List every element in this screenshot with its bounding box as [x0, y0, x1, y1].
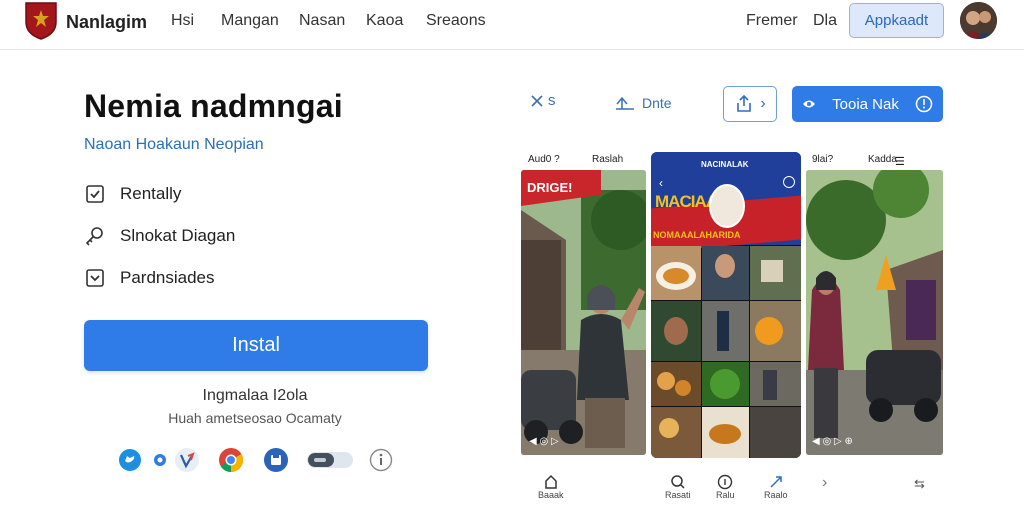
bottom-nav-label: Raalo — [764, 490, 788, 500]
install-button[interactable]: Instal — [84, 320, 428, 371]
done-button[interactable]: Dnte — [614, 94, 672, 112]
primary-action-label: Tooia Nak — [832, 95, 899, 113]
screenshot-right-street[interactable]: ◀ ◎ ▷ ⊕ — [806, 170, 943, 455]
feature-label: Rentally — [120, 184, 182, 203]
panel-controls-left: ◀ ◎ ▷ — [529, 436, 559, 447]
banner-text: DRIGE! — [527, 180, 573, 195]
panel-caption-left: Aud0 ? — [528, 154, 560, 165]
poster-title-line2: NOMAAALAHARIDA — [653, 230, 741, 240]
panel-caption-right: 9lai? — [812, 154, 834, 165]
food-collage-image — [651, 246, 801, 458]
nav-link-hsi[interactable]: Hsi — [171, 12, 194, 30]
close-icon — [531, 94, 543, 107]
close-button[interactable]: s — [530, 92, 556, 109]
panel-controls-right: ◀ ◎ ▷ ⊕ — [812, 436, 853, 447]
nav-link-sreaons[interactable]: Sreaons — [426, 12, 486, 30]
panel-caption-left-right: Raslah — [592, 154, 624, 165]
nav-link-fremer[interactable]: Fremer — [746, 12, 798, 30]
top-navigation-bar: Nanlagim Hsi Mangan Nasan Kaoa Sreaons F… — [0, 0, 1024, 50]
next-icon[interactable] — [783, 176, 795, 188]
chevron-square-icon — [84, 267, 106, 289]
panel-caption-right-right: Kadda — [868, 154, 897, 165]
check-square-icon — [84, 183, 106, 205]
brand-name[interactable]: Nanlagim — [66, 12, 147, 33]
bottom-nav-info[interactable]: Ralu — [716, 474, 735, 500]
list-icon[interactable]: ☰ — [895, 155, 905, 168]
search-icon — [671, 475, 685, 489]
primary-action-button[interactable]: Tooia Nak — [792, 86, 943, 122]
screenshot-left-street[interactable]: DRIGE! ◀ ◎ ▷ — [521, 170, 646, 455]
bottom-nav-share[interactable]: Raalo — [764, 474, 788, 500]
toggle-icon[interactable] — [306, 448, 354, 472]
share-icon — [737, 94, 752, 112]
screenshot-center-collage[interactable]: NACINALAK MACIAA NOMAAALAHARIDA ‹ — [651, 152, 801, 458]
poster-portrait — [709, 184, 745, 228]
done-label: Dnte — [642, 95, 672, 111]
eye-icon — [803, 100, 815, 108]
user-avatar-icon — [960, 2, 997, 39]
avatar[interactable] — [960, 2, 997, 39]
info-icon[interactable] — [369, 448, 393, 472]
bottom-nav-home[interactable]: Baaak — [538, 474, 564, 500]
share-icon — [770, 476, 782, 488]
chrome-icon[interactable] — [218, 448, 244, 472]
page-title: Nemia nadmngai — [84, 88, 343, 124]
street-photo-image — [806, 170, 943, 455]
close-label: s — [548, 92, 556, 109]
nav-link-kaoa[interactable]: Kaoa — [366, 12, 403, 30]
key-icon — [84, 225, 106, 247]
vimeo-icon[interactable] — [174, 448, 200, 472]
home-icon — [545, 474, 557, 489]
feature-item: Rentally — [84, 182, 181, 206]
nav-link-dla[interactable]: Dla — [813, 12, 837, 30]
feature-item: Pardnsiades — [84, 266, 215, 290]
feature-label: Slnokat Diagan — [120, 226, 236, 245]
bottom-nav-label: Baaak — [538, 490, 564, 500]
poster-title: MACIAA — [655, 192, 718, 211]
page-subtitle-link[interactable]: Naoan Hoakaun Neopian — [84, 136, 264, 154]
nav-link-nasan[interactable]: Nasan — [299, 12, 345, 30]
save-icon[interactable] — [263, 448, 289, 472]
bottom-nav-label: Rasati — [665, 490, 691, 500]
sliders-icon[interactable]: ⇆ — [914, 476, 925, 492]
street-photo-image — [521, 170, 646, 455]
bottom-nav-label: Ralu — [716, 490, 735, 500]
app-download-button[interactable]: Appkaadt — [849, 3, 944, 38]
nav-link-mangan[interactable]: Mangan — [221, 12, 279, 30]
info-icon — [718, 474, 733, 490]
bottom-nav-search[interactable]: Rasati — [665, 474, 691, 500]
feature-item: Slnokat Diagan — [84, 224, 235, 248]
video-icon[interactable] — [152, 448, 168, 472]
feature-label: Pardnsiades — [120, 268, 215, 287]
install-info-title: Ingmalaa I2ola — [202, 387, 308, 404]
share-suffix: › — [760, 95, 766, 112]
twitter-icon[interactable] — [118, 448, 142, 472]
share-button[interactable]: › — [723, 86, 777, 122]
logo-shield-icon[interactable] — [24, 0, 58, 40]
info-circle-icon — [915, 95, 933, 113]
chevron-right-icon[interactable]: › — [822, 474, 827, 492]
back-icon[interactable]: ‹ — [659, 176, 663, 190]
sign-icon — [616, 96, 634, 110]
install-info-description: Huah ametseosao Ocamaty — [168, 410, 342, 426]
poster-header-text: NACINALAK — [701, 160, 749, 169]
